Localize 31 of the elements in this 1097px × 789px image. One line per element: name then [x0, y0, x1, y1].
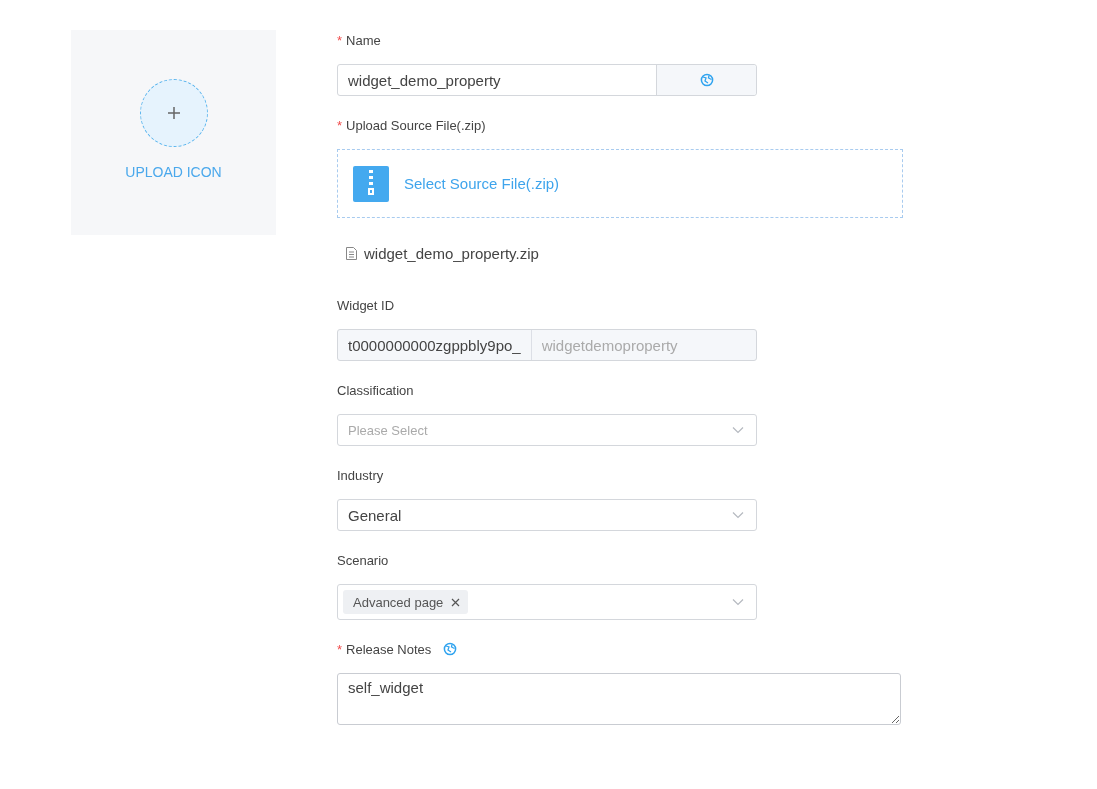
release-notes-field[interactable]: self_widget [337, 673, 901, 725]
zip-file-icon [353, 165, 389, 202]
required-mark: * [337, 117, 343, 133]
field-label: Widget ID [337, 297, 395, 313]
select-field[interactable]: General [337, 499, 757, 531]
chevron-down-icon [732, 511, 744, 519]
field-label: Upload Source File(.zip) [346, 117, 486, 133]
field-label: Scenario [337, 552, 389, 568]
tag-select-field[interactable]: Advanced page [337, 584, 757, 620]
chevron-down-icon [732, 598, 744, 606]
tag-chip: Advanced page [343, 590, 469, 614]
translate-button[interactable] [656, 65, 756, 95]
field-label: Classification [337, 382, 414, 398]
chevron-down-icon [732, 426, 744, 434]
field-label: Release Notes [346, 641, 432, 657]
plus-icon [167, 107, 180, 119]
file-name: widget_demo_property.zip [364, 245, 539, 262]
close-icon[interactable] [451, 597, 461, 607]
widget-id-field[interactable]: widgetdemoproperty [531, 330, 756, 360]
field-label: Industry [337, 467, 384, 483]
widget-id-input-group[interactable]: t0000000000zgppbly9po_ widgetdemoproperty [337, 329, 757, 361]
id-prefix: t0000000000zgppbly9po_ [338, 330, 532, 360]
name-field[interactable]: widget_demo_property [338, 65, 656, 95]
document-icon [346, 247, 357, 260]
name-input-group[interactable]: widget_demo_property [337, 64, 757, 96]
globe-icon [699, 73, 714, 87]
required-mark: * [337, 32, 343, 48]
required-mark: * [337, 641, 343, 657]
upload-icon-label: UPLOAD ICON [125, 164, 222, 180]
field-label: Name [346, 32, 381, 48]
globe-icon[interactable] [443, 642, 458, 656]
